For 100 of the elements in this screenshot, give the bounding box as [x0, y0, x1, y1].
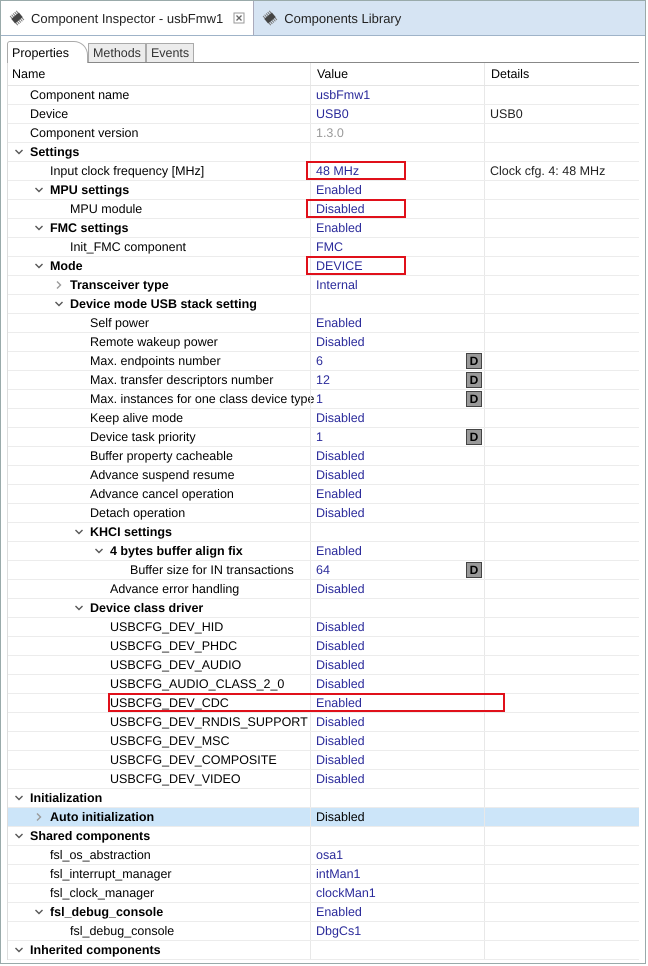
- tree-row[interactable]: USBCFG_AUDIO_CLASS_2_0 Disabled: [8, 675, 639, 694]
- property-value[interactable]: Disabled: [316, 468, 365, 482]
- tree-row[interactable]: Transceiver type Internal: [8, 276, 639, 295]
- property-value[interactable]: 64: [316, 563, 330, 577]
- tree-row[interactable]: MPU module Disabled: [8, 200, 639, 219]
- column-header[interactable]: Details: [484, 63, 639, 85]
- property-value[interactable]: Enabled: [316, 905, 362, 919]
- tree-row[interactable]: USBCFG_DEV_PHDC Disabled: [8, 637, 639, 656]
- default-button[interactable]: D: [466, 391, 482, 407]
- tree-row[interactable]: fsl_debug_console Enabled: [8, 903, 639, 922]
- editor-tab[interactable]: Components Library: [254, 1, 410, 35]
- tree-row[interactable]: Self power Enabled: [8, 314, 639, 333]
- property-value[interactable]: Disabled: [316, 620, 365, 634]
- chevron-down-icon[interactable]: [54, 299, 64, 309]
- property-value[interactable]: Disabled: [316, 772, 365, 786]
- tree-row[interactable]: Device USB0 USB0: [8, 105, 639, 124]
- tree-row[interactable]: Detach operation Disabled: [8, 504, 639, 523]
- tree-row[interactable]: KHCI settings: [8, 523, 639, 542]
- tree-row[interactable]: fsl_debug_console DbgCs1: [8, 922, 639, 941]
- property-value[interactable]: Disabled: [316, 715, 365, 729]
- property-value[interactable]: intMan1: [316, 867, 360, 881]
- tree-row[interactable]: USBCFG_DEV_MSC Disabled: [8, 732, 639, 751]
- tree-row[interactable]: Keep alive mode Disabled: [8, 409, 639, 428]
- tree-row[interactable]: Component name usbFmw1: [8, 86, 639, 105]
- tree-row[interactable]: FMC settings Enabled: [8, 219, 639, 238]
- tree-row[interactable]: Shared components: [8, 827, 639, 846]
- property-value[interactable]: osa1: [316, 848, 344, 862]
- tree-row[interactable]: Auto initialization Disabled: [8, 808, 639, 827]
- chevron-down-icon[interactable]: [94, 546, 104, 556]
- chevron-down-icon[interactable]: [74, 603, 84, 613]
- view-tab[interactable]: Methods: [88, 43, 146, 62]
- property-value[interactable]: Enabled: [316, 316, 362, 330]
- property-value[interactable]: Disabled: [316, 639, 365, 653]
- tree-row[interactable]: Component version 1.3.0: [8, 124, 639, 143]
- default-button[interactable]: D: [466, 429, 482, 445]
- property-value[interactable]: Disabled: [316, 202, 365, 216]
- column-header[interactable]: Value: [310, 63, 484, 85]
- tree-row[interactable]: Advance suspend resume Disabled: [8, 466, 639, 485]
- tree-row[interactable]: MPU settings Enabled: [8, 181, 639, 200]
- property-value[interactable]: Disabled: [316, 810, 365, 824]
- property-value[interactable]: Enabled: [316, 544, 362, 558]
- chevron-down-icon[interactable]: [34, 261, 44, 271]
- chevron-down-icon[interactable]: [14, 147, 24, 157]
- chevron-down-icon[interactable]: [14, 945, 24, 955]
- tree-row[interactable]: fsl_clock_manager clockMan1: [8, 884, 639, 903]
- chevron-down-icon[interactable]: [34, 907, 44, 917]
- tree-row[interactable]: USBCFG_DEV_COMPOSITE Disabled: [8, 751, 639, 770]
- property-value[interactable]: Enabled: [316, 487, 362, 501]
- property-value[interactable]: 1: [316, 392, 323, 406]
- chevron-right-icon[interactable]: [54, 280, 64, 290]
- tree-row[interactable]: Buffer size for IN transactions 64 D: [8, 561, 639, 580]
- tree-row[interactable]: Max. endpoints number 6 D: [8, 352, 639, 371]
- tree-row[interactable]: Inherited components: [8, 941, 639, 960]
- property-value[interactable]: Disabled: [316, 506, 365, 520]
- chevron-down-icon[interactable]: [74, 527, 84, 537]
- property-value[interactable]: Disabled: [316, 658, 365, 672]
- tree-row[interactable]: USBCFG_DEV_VIDEO Disabled: [8, 770, 639, 789]
- tree-row[interactable]: 4 bytes buffer align fix Enabled: [8, 542, 639, 561]
- tree-row[interactable]: Advance cancel operation Enabled: [8, 485, 639, 504]
- tree-row[interactable]: Device task priority 1 D: [8, 428, 639, 447]
- default-button[interactable]: D: [466, 372, 482, 388]
- property-value[interactable]: Disabled: [316, 335, 365, 349]
- property-value[interactable]: Disabled: [316, 677, 365, 691]
- property-value[interactable]: 1: [316, 430, 323, 444]
- chevron-down-icon[interactable]: [14, 793, 24, 803]
- tree-row[interactable]: Remote wakeup power Disabled: [8, 333, 639, 352]
- view-tab[interactable]: Events: [146, 43, 194, 62]
- tree-row[interactable]: Init_FMC component FMC: [8, 238, 639, 257]
- property-value[interactable]: usbFmw1: [316, 88, 370, 102]
- property-value[interactable]: FMC: [316, 240, 344, 254]
- tree-row[interactable]: Input clock frequency [MHz] 48 MHz Clock cfg. 4: 48 MHz: [8, 162, 639, 181]
- view-tab[interactable]: Properties: [7, 41, 88, 63]
- tree-row[interactable]: Max. instances for one class device type 1 D: [8, 390, 639, 409]
- property-value[interactable]: 6: [316, 354, 323, 368]
- tree-row[interactable]: USBCFG_DEV_RNDIS_SUPPORT Disabled: [8, 713, 639, 732]
- editor-tab[interactable]: Component Inspector - usbFmw1: [1, 1, 254, 35]
- property-value[interactable]: 48 MHz: [316, 164, 360, 178]
- tree-row[interactable]: Device class driver: [8, 599, 639, 618]
- property-value[interactable]: Disabled: [316, 734, 365, 748]
- property-value[interactable]: USB0: [316, 107, 349, 121]
- property-value[interactable]: Disabled: [316, 449, 365, 463]
- chevron-down-icon[interactable]: [34, 185, 44, 195]
- close-icon[interactable]: [233, 12, 246, 24]
- tree-row[interactable]: USBCFG_DEV_CDC Enabled: [8, 694, 639, 713]
- property-value[interactable]: 12: [316, 373, 330, 387]
- chevron-down-icon[interactable]: [34, 223, 44, 233]
- property-value[interactable]: Internal: [316, 278, 358, 292]
- property-value[interactable]: DEVICE: [316, 259, 363, 273]
- property-value[interactable]: Disabled: [316, 411, 365, 425]
- tree-row[interactable]: Settings: [8, 143, 639, 162]
- tree-row[interactable]: fsl_interrupt_manager intMan1: [8, 865, 639, 884]
- property-value[interactable]: Disabled: [316, 582, 365, 596]
- property-value[interactable]: Enabled: [316, 221, 362, 235]
- tree-row[interactable]: fsl_os_abstraction osa1: [8, 846, 639, 865]
- tree-row[interactable]: Mode DEVICE: [8, 257, 639, 276]
- property-value[interactable]: clockMan1: [316, 886, 376, 900]
- chevron-down-icon[interactable]: [14, 831, 24, 841]
- property-value[interactable]: Enabled: [316, 183, 362, 197]
- tree-row[interactable]: Advance error handling Disabled: [8, 580, 639, 599]
- tree-row[interactable]: USBCFG_DEV_AUDIO Disabled: [8, 656, 639, 675]
